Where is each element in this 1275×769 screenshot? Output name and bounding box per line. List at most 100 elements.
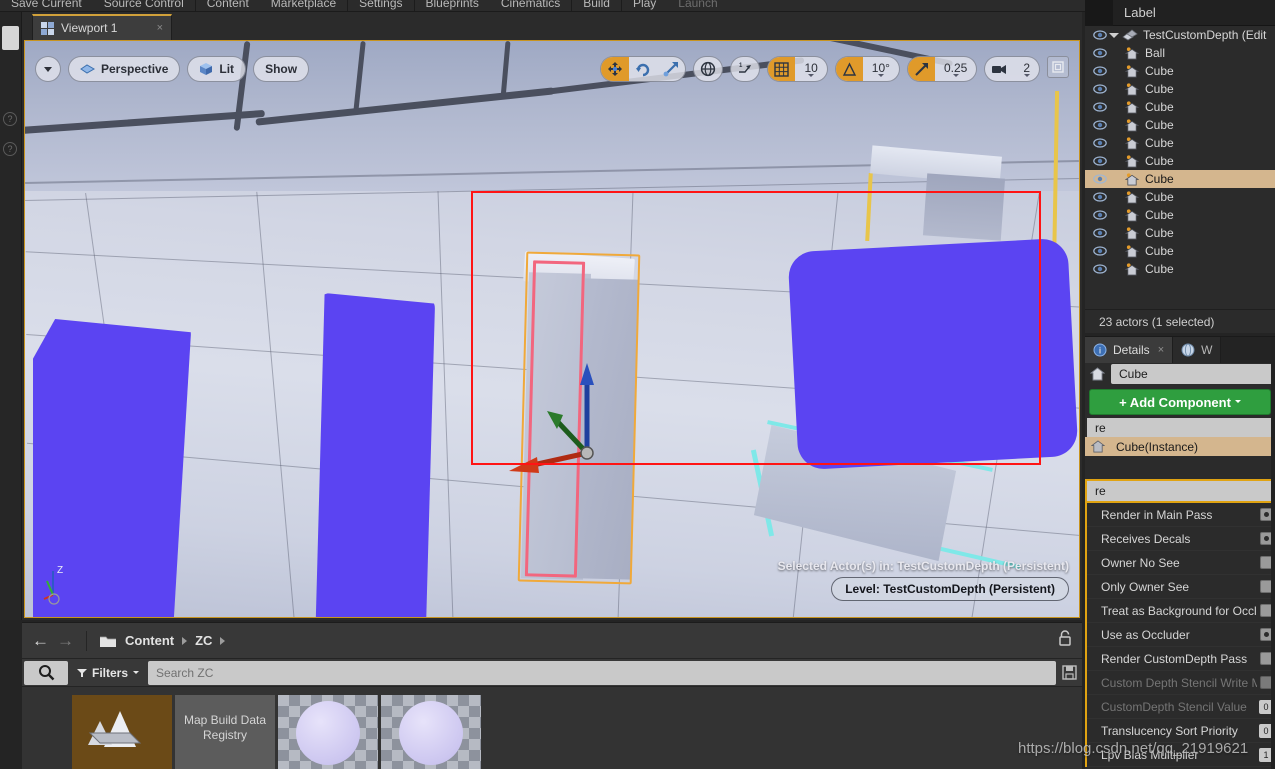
menu-item-settings[interactable]: Settings [348, 0, 413, 12]
component-row-cube-instance[interactable]: Cube(Instance) [1085, 437, 1275, 456]
visibility-eye-icon[interactable] [1091, 64, 1109, 78]
lighting-mode-button[interactable]: Lit [187, 56, 246, 82]
outliner-row[interactable]: Cube [1085, 260, 1275, 278]
surface-snap-group[interactable]: 1 [730, 56, 760, 82]
visibility-eye-icon[interactable] [1091, 28, 1109, 42]
menu-item-save-current[interactable]: Save Current [0, 0, 93, 12]
rail-tab-modes[interactable] [2, 26, 19, 50]
surface-snap-button[interactable]: 1 [731, 56, 759, 82]
visibility-eye-icon[interactable] [1091, 46, 1109, 60]
actor-name-field[interactable]: Cube [1111, 364, 1275, 384]
property-list[interactable]: Render in Main PassReceives DecalsOwner … [1085, 503, 1275, 767]
menu-item-build[interactable]: Build [572, 0, 621, 12]
viewport-tab[interactable]: Viewport 1 × [32, 14, 172, 40]
view-mode-button[interactable]: Perspective [68, 56, 180, 82]
property-row[interactable]: Use as Occluder [1087, 623, 1275, 647]
outliner-row[interactable]: Cube [1085, 134, 1275, 152]
scale-snap-value-dropdown[interactable]: 0.25 [935, 61, 976, 77]
angle-snap-group[interactable]: 10° [835, 56, 900, 82]
menu-item-content[interactable]: Content [196, 0, 260, 12]
transform-mode-group[interactable] [600, 56, 686, 82]
close-icon[interactable]: × [1158, 344, 1164, 356]
rail-help-icon-2[interactable]: ? [3, 142, 17, 156]
grid-snap-group[interactable]: 10 [767, 56, 827, 82]
property-row[interactable]: Render CustomDepth Pass [1087, 647, 1275, 671]
asset-tile[interactable]: Map Build Data Registry [175, 695, 275, 769]
outliner-row[interactable]: Cube [1085, 242, 1275, 260]
camera-speed-button[interactable] [985, 56, 1014, 82]
outliner-row[interactable]: Cube [1085, 62, 1275, 80]
menu-item-play[interactable]: Play [622, 0, 667, 12]
camera-speed-group[interactable]: 2 [984, 56, 1040, 82]
menu-item-marketplace[interactable]: Marketplace [260, 0, 347, 12]
menu-item-cinematics[interactable]: Cinematics [490, 0, 571, 12]
property-row[interactable]: Treat as Background for Occlusi [1087, 599, 1275, 623]
property-row[interactable]: Only Owner See [1087, 575, 1275, 599]
outliner-row[interactable]: Cube [1085, 98, 1275, 116]
property-row[interactable]: Receives Decals [1087, 527, 1275, 551]
asset-grid[interactable]: Map Build Data Registry [22, 687, 1082, 769]
outliner-row[interactable]: Cube [1085, 170, 1275, 188]
outliner-row[interactable]: Cube [1085, 152, 1275, 170]
sources-toggle-button[interactable] [24, 661, 68, 685]
maximize-viewport-button[interactable] [1047, 56, 1069, 78]
visibility-eye-icon[interactable] [1091, 100, 1109, 114]
coordinate-space-group[interactable] [693, 56, 723, 82]
angle-snap-value-dropdown[interactable]: 10° [863, 61, 899, 77]
lock-button[interactable] [1058, 630, 1072, 651]
property-row[interactable]: Custom Depth Stencil Write Mas [1087, 671, 1275, 695]
visibility-eye-icon[interactable] [1091, 190, 1109, 204]
scale-mode-button[interactable] [657, 56, 685, 82]
rotate-mode-button[interactable] [629, 56, 657, 82]
outliner-row-root[interactable]: TestCustomDepth (Edit [1085, 26, 1275, 44]
details-scrollbar[interactable] [1271, 337, 1275, 769]
viewport-options-button[interactable] [35, 56, 61, 82]
property-row[interactable]: Render in Main Pass [1087, 503, 1275, 527]
asset-tile[interactable] [381, 695, 481, 769]
add-component-button[interactable]: + Add Component [1089, 389, 1271, 415]
translate-mode-button[interactable] [601, 56, 629, 82]
visibility-eye-icon[interactable] [1091, 208, 1109, 222]
visibility-eye-icon[interactable] [1091, 244, 1109, 258]
visibility-eye-icon[interactable] [1091, 172, 1109, 186]
show-menu-button[interactable]: Show [253, 56, 309, 82]
visibility-eye-icon[interactable] [1091, 154, 1109, 168]
outliner-row[interactable]: Ball [1085, 44, 1275, 62]
asset-tile[interactable] [278, 695, 378, 769]
visibility-eye-icon[interactable] [1091, 82, 1109, 96]
breadcrumb-content[interactable]: Content [125, 633, 174, 648]
visibility-eye-icon[interactable] [1091, 118, 1109, 132]
forward-button[interactable]: → [57, 632, 74, 649]
property-search-input[interactable]: re [1087, 481, 1273, 501]
outliner-row[interactable]: Cube [1085, 80, 1275, 98]
grid-snap-value-dropdown[interactable]: 10 [795, 61, 826, 77]
viewport-3d-view[interactable]: Perspective Lit Show [24, 40, 1080, 618]
menu-item-blueprints[interactable]: Blueprints [415, 0, 490, 12]
close-icon[interactable]: × [157, 22, 163, 34]
visibility-eye-icon[interactable] [1091, 262, 1109, 276]
menu-item-launch[interactable]: Launch [667, 0, 728, 12]
filters-button[interactable]: Filters [68, 661, 148, 685]
visibility-eye-icon[interactable] [1091, 226, 1109, 240]
property-row[interactable]: Lpv Bias Multiplier1 [1087, 743, 1275, 767]
main-menu-bar[interactable]: Save CurrentSource ControlContentMarketp… [0, 0, 1275, 12]
outliner-rows[interactable]: TestCustomDepth (EditBallCubeCubeCubeCub… [1085, 26, 1275, 278]
property-row[interactable]: Owner No See [1087, 551, 1275, 575]
scale-snap-group[interactable]: 0.25 [907, 56, 977, 82]
outliner-row[interactable]: Cube [1085, 116, 1275, 134]
property-row[interactable]: CustomDepth Stencil Value0 [1087, 695, 1275, 719]
outliner-row[interactable]: Cube [1085, 224, 1275, 242]
asset-tile[interactable] [72, 695, 172, 769]
outliner-row[interactable]: Cube [1085, 188, 1275, 206]
visibility-eye-icon[interactable] [1091, 136, 1109, 150]
world-space-button[interactable] [694, 56, 722, 82]
expand-triangle-icon[interactable] [1109, 33, 1119, 38]
outliner-row[interactable]: Cube [1085, 206, 1275, 224]
save-all-button[interactable] [1056, 665, 1082, 680]
tab-world-settings[interactable]: W [1173, 337, 1221, 363]
grid-snap-toggle[interactable] [768, 56, 795, 82]
tab-details[interactable]: i Details × [1085, 337, 1173, 363]
component-search-input[interactable]: re [1087, 418, 1273, 437]
rail-help-icon-1[interactable]: ? [3, 112, 17, 126]
content-search-input[interactable]: Search ZC [148, 661, 1056, 685]
